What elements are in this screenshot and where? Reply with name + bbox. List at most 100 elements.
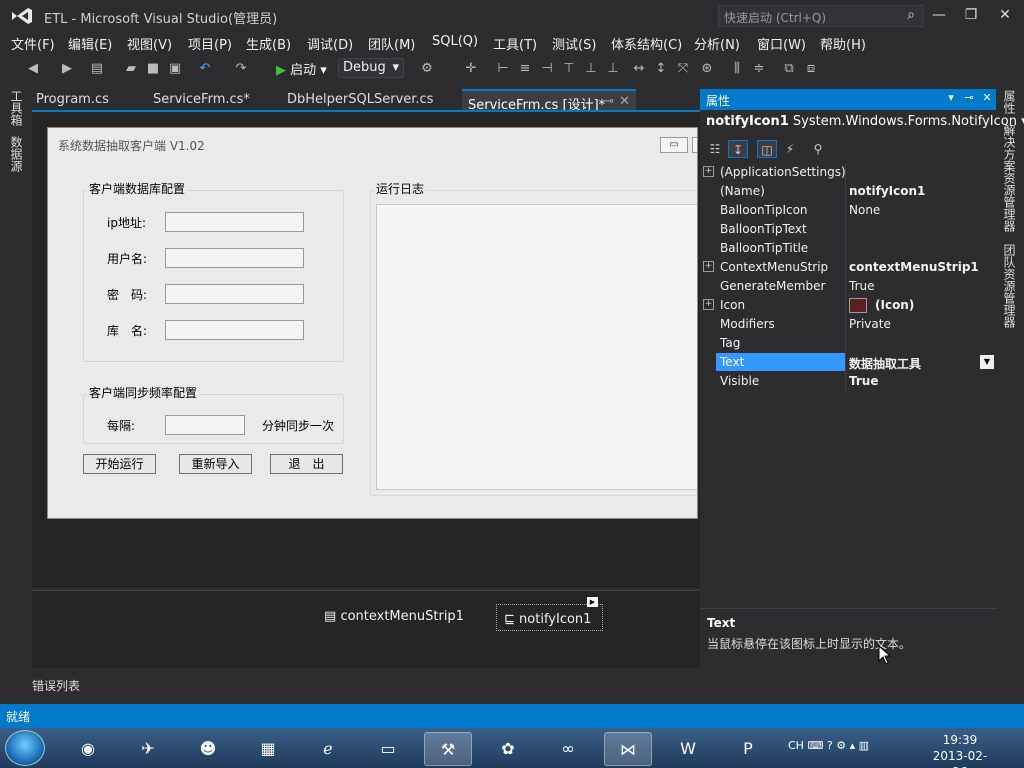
menu-architecture[interactable]: 体系结构(C) (611, 34, 682, 53)
start-debugging-button[interactable]: ▶ 启动 ▾ (276, 59, 327, 78)
bird-app-icon[interactable]: ✈ (124, 732, 172, 766)
menu-debug[interactable]: 调试(D) (307, 34, 353, 53)
powerpoint-icon[interactable]: P (724, 732, 772, 766)
property-pages-icon[interactable]: ⚲ (808, 140, 828, 158)
property-row[interactable]: BalloonTipText (700, 220, 996, 239)
events-icon[interactable]: ⚡ (780, 140, 800, 158)
property-row[interactable]: Modifiers Private (700, 315, 996, 334)
taskbar-clock[interactable]: 19:39 2013-02-26 (930, 732, 990, 768)
undo-icon[interactable]: ↶ (196, 60, 214, 78)
log-textbox[interactable] (376, 204, 697, 490)
pin-icon[interactable]: ⊸ (603, 94, 614, 109)
ip-input[interactable] (165, 212, 304, 232)
notify-icon-component[interactable]: ⊑ notifyIcon1 (504, 612, 591, 627)
menu-window[interactable]: 窗口(W) (757, 34, 806, 53)
media-player-icon[interactable]: ◉ (64, 732, 112, 766)
network-icon[interactable]: ▥ (859, 739, 869, 752)
form-maximize-button[interactable] (692, 137, 697, 153)
keyboard-icon[interactable]: ⌨ (807, 739, 823, 752)
visual-studio-taskbar-icon[interactable]: ⋈ (604, 732, 652, 766)
property-row[interactable]: BalloonTipTitle (700, 239, 996, 258)
bring-to-front-icon[interactable]: ⧉ (780, 60, 798, 78)
winform-designer[interactable]: 系统数据抽取客户端 V1.02 ▭ 客户端数据库配置 ip地址: 用户名: 密 … (47, 127, 698, 519)
internet-explorer-icon[interactable]: ℯ (304, 732, 352, 766)
property-row[interactable]: Tag (700, 334, 996, 353)
expand-icon[interactable]: + (703, 166, 714, 177)
database-input[interactable] (165, 320, 304, 340)
property-row[interactable]: + ContextMenuStrip contextMenuStrip1 (700, 258, 996, 277)
quick-launch-input[interactable]: 快速启动 (Ctrl+Q) ⌕ (718, 5, 924, 27)
menu-build[interactable]: 生成(B) (246, 34, 291, 53)
expand-icon[interactable]: + (703, 299, 714, 310)
close-window-button[interactable]: ✕ (990, 4, 1020, 26)
align-bottoms-icon[interactable]: ⊥ (604, 60, 622, 78)
back-icon[interactable]: ◀ (24, 60, 42, 78)
solution-explorer-tab[interactable]: 解决方案资源管理器 (1001, 124, 1018, 232)
search-icon[interactable]: ⌕ (907, 7, 915, 23)
tab-serviceFrm-cs[interactable]: ServiceFrm.cs* (147, 89, 256, 111)
properties-side-tab[interactable]: 属性 (1001, 90, 1018, 114)
menu-project[interactable]: 项目(P) (188, 34, 232, 53)
horizontal-spacing-icon[interactable]: ⫼ (728, 60, 746, 78)
align-tops-icon[interactable]: ⊤ (560, 60, 578, 78)
property-row-selected[interactable]: Text 数据抽取工具 ▼ (700, 353, 996, 372)
file-explorer-icon[interactable]: ▭ (364, 732, 412, 766)
menu-team[interactable]: 团队(M) (368, 34, 415, 53)
solution-configuration-select[interactable]: Debug ▾ (338, 58, 404, 78)
menu-view[interactable]: 视图(V) (127, 34, 172, 53)
property-value-input[interactable]: 数据抽取工具 (849, 355, 921, 372)
error-list-tab[interactable]: 错误列表 (32, 677, 80, 694)
align-grid-icon[interactable]: ✛ (462, 60, 480, 78)
password-input[interactable] (165, 284, 304, 304)
tab-program-cs[interactable]: Program.cs (30, 89, 115, 111)
menu-sql[interactable]: SQL(Q) (432, 34, 478, 49)
menu-edit[interactable]: 编辑(E) (68, 34, 112, 53)
open-file-icon[interactable]: ▰ (122, 60, 140, 78)
new-project-icon[interactable]: ▤ (88, 60, 106, 78)
categorized-icon[interactable]: ☷ (705, 140, 725, 158)
tab-dbhelper-cs[interactable]: DbHelperSQLServer.cs (281, 89, 439, 111)
properties-view-icon[interactable]: ◫ (757, 140, 777, 158)
colorful-app-icon[interactable]: ✿ (484, 732, 532, 766)
object-selector[interactable]: notifyIcon1 System.Windows.Forms.NotifyI… (706, 114, 1024, 129)
ime-indicator[interactable]: CH (788, 739, 804, 752)
restore-window-button[interactable]: ❐ (956, 4, 986, 26)
expand-icon[interactable]: + (703, 261, 714, 272)
menu-test[interactable]: 测试(S) (552, 34, 596, 53)
attach-icon[interactable]: ⚙ (418, 60, 436, 78)
interval-input[interactable] (165, 415, 245, 435)
tools-app-icon[interactable]: ⚒ (424, 732, 472, 766)
menu-help[interactable]: 帮助(H) (820, 34, 866, 53)
menu-file[interactable]: 文件(F) (11, 34, 55, 53)
vertical-spacing-icon[interactable]: ≑ (750, 60, 768, 78)
pin-icon[interactable]: ⊸ (962, 91, 976, 104)
minimize-window-button[interactable]: — (924, 4, 954, 26)
show-hidden-icons-icon[interactable]: ▴ (850, 739, 856, 752)
context-menu-strip-component[interactable]: ▤ contextMenuStrip1 (324, 609, 464, 624)
close-tab-icon[interactable]: ✕ (619, 94, 630, 109)
property-row[interactable]: (Name) notifyIcon1 (700, 182, 996, 201)
menu-tools[interactable]: 工具(T) (493, 34, 537, 53)
settings-icon[interactable]: ⚙ (836, 739, 846, 752)
team-explorer-tab[interactable]: 团队资源管理器 (1001, 244, 1018, 328)
align-centers-icon[interactable]: ≡ (516, 60, 534, 78)
word-icon[interactable]: W (664, 732, 712, 766)
same-width-icon[interactable]: ↔ (630, 60, 648, 78)
same-size-icon[interactable]: ⤧ (674, 60, 692, 78)
property-row[interactable]: + (ApplicationSettings) (700, 163, 996, 182)
redo-icon[interactable]: ↷ (232, 60, 250, 78)
property-row[interactable]: BalloonTipIcon None (700, 201, 996, 220)
send-to-back-icon[interactable]: ⧈ (802, 60, 820, 78)
server-manager-icon[interactable]: ▦ (244, 732, 292, 766)
exit-button[interactable]: 退 出 (270, 454, 343, 474)
menu-analyze[interactable]: 分析(N) (694, 34, 740, 53)
username-input[interactable] (165, 248, 304, 268)
save-icon[interactable]: ■ (144, 60, 162, 78)
align-rights-icon[interactable]: ⊣ (538, 60, 556, 78)
form-minimize-button[interactable]: ▭ (660, 137, 688, 153)
alphabetical-icon[interactable]: ↧ (728, 140, 748, 158)
property-row[interactable]: Visible True (700, 372, 996, 391)
property-row[interactable]: GenerateMember True (700, 277, 996, 296)
data-sources-tab[interactable]: 数据源 (8, 136, 25, 172)
help-icon[interactable]: ? (827, 739, 833, 752)
